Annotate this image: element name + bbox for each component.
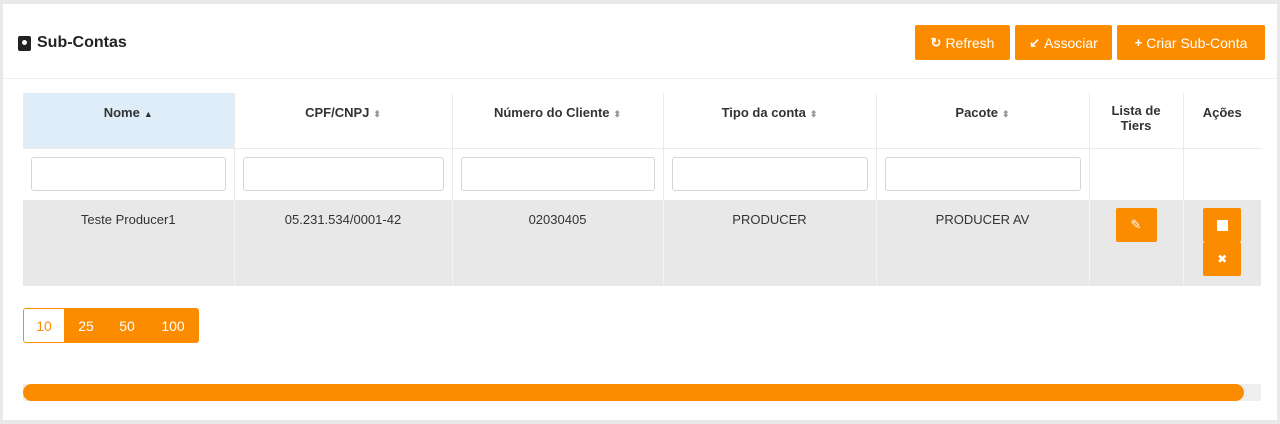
page-size-selector: 10 25 50 100 (23, 308, 199, 343)
cell-numero-cliente: 02030405 (452, 200, 664, 286)
filter-input-tipo-conta[interactable] (671, 157, 868, 192)
refresh-icon: ↻ (930, 34, 942, 50)
horizontal-scrollbar[interactable] (23, 384, 1261, 401)
refresh-button[interactable]: ↻ Refresh (915, 25, 1010, 60)
page-title: Sub-Contas (18, 34, 127, 52)
page-size-50[interactable]: 50 (107, 308, 147, 343)
sort-icon: ⬍ (1002, 109, 1010, 119)
filter-cell (23, 148, 235, 200)
filter-cell (876, 148, 1090, 200)
filter-cell (663, 148, 877, 200)
filter-cell (452, 148, 664, 200)
close-icon: ✖ (1217, 252, 1228, 266)
sub-contas-panel: Sub-Contas ↻ Refresh ↙ Associar + Criar … (3, 4, 1277, 420)
edit-tiers-button[interactable]: ✎ (1115, 208, 1157, 242)
filter-input-pacote[interactable] (884, 157, 1081, 192)
column-label: Número do Cliente (493, 105, 610, 120)
column-header-numero-cliente[interactable]: Número do Cliente ⬍ (452, 93, 664, 149)
filter-cell (1183, 148, 1261, 200)
filter-cell (234, 148, 453, 200)
sort-icon: ⬍ (613, 109, 622, 119)
address-book-icon (18, 35, 31, 51)
column-label: Ações (1202, 105, 1242, 120)
sort-asc-icon: ▲ (143, 109, 153, 119)
column-header-pacote[interactable]: Pacote ⬍ (876, 93, 1090, 149)
column-header-nome[interactable]: Nome ▲ (23, 93, 235, 149)
cell-cpf-cnpj: 05.231.534/0001-42 (234, 200, 453, 286)
table-row: Teste Producer1 05.231.534/0001-42 02030… (23, 200, 1261, 286)
column-label: Nome (103, 105, 140, 120)
scrollbar-thumb[interactable] (23, 384, 1244, 401)
associar-button[interactable]: ↙ Associar (1015, 25, 1112, 60)
square-icon (1216, 219, 1228, 231)
table-header-row: Nome ▲ CPF/CNPJ ⬍ Número do Cliente ⬍ Tipo … (23, 93, 1261, 149)
select-action-button[interactable] (1203, 208, 1242, 242)
cell-pacote: PRODUCER AV (876, 200, 1090, 286)
sub-contas-table: Nome ▲ CPF/CNPJ ⬍ Número do Cliente ⬍ Tipo … (23, 93, 1261, 286)
column-header-acoes: Ações (1183, 93, 1261, 149)
cell-tipo-conta: PRODUCER (663, 200, 877, 286)
column-label: Lista de Tiers (1111, 103, 1161, 133)
column-header-lista-tiers: Lista de Tiers (1089, 93, 1184, 149)
column-label: CPF/CNPJ (305, 105, 370, 120)
page-size-10[interactable]: 10 (23, 308, 65, 343)
refresh-button-label: Refresh (945, 34, 995, 51)
column-header-cpf-cnpj[interactable]: CPF/CNPJ ⬍ (234, 93, 453, 149)
filter-row (23, 148, 1261, 200)
plus-icon: + (1134, 35, 1143, 50)
compress-icon: ↙ (1029, 34, 1041, 50)
filter-cell (1089, 148, 1184, 200)
delete-button[interactable]: ✖ (1203, 242, 1242, 276)
page-size-100[interactable]: 100 (147, 308, 199, 343)
sort-icon: ⬍ (809, 109, 818, 119)
column-label: Tipo da conta (721, 105, 806, 120)
page-title-text: Sub-Contas (37, 34, 127, 51)
filter-input-cpf-cnpj[interactable] (242, 157, 444, 192)
cell-nome: Teste Producer1 (23, 200, 235, 286)
sort-icon: ⬍ (373, 109, 381, 119)
edit-icon: ✎ (1130, 217, 1142, 233)
filter-input-nome[interactable] (31, 157, 226, 192)
filter-input-numero-cliente[interactable] (460, 157, 655, 192)
panel-header: Sub-Contas ↻ Refresh ↙ Associar + Criar … (3, 4, 1277, 79)
criar-sub-conta-button[interactable]: + Criar Sub-Conta (1117, 25, 1265, 60)
criar-sub-conta-button-label: Criar Sub-Conta (1146, 34, 1248, 51)
page-size-25[interactable]: 25 (65, 308, 107, 343)
column-header-tipo-conta[interactable]: Tipo da conta ⬍ (663, 93, 877, 149)
cell-lista-tiers: ✎ (1089, 200, 1184, 286)
cell-acoes: ✖ (1183, 200, 1261, 286)
column-label: Pacote (955, 105, 999, 120)
associar-button-label: Associar (1044, 34, 1098, 51)
